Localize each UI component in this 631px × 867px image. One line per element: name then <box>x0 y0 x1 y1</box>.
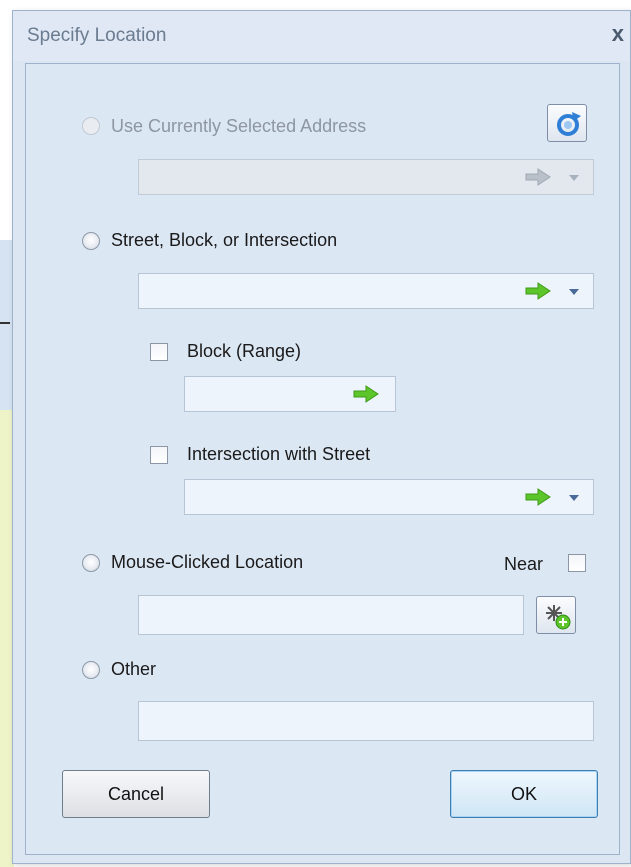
go-arrow-icon[interactable] <box>525 168 551 186</box>
other-field[interactable] <box>138 701 594 741</box>
pick-location-icon <box>546 605 571 630</box>
go-arrow-icon[interactable] <box>525 282 551 300</box>
block-range-field[interactable] <box>184 376 396 412</box>
street-label: Street, Block, or Intersection <box>111 230 338 250</box>
current-address-label: Use Currently Selected Address <box>111 116 367 136</box>
intersection-label: Intersection with Street <box>187 444 371 464</box>
radio-mouse-location[interactable] <box>82 554 100 572</box>
title-bar: Specify Location x <box>13 11 630 61</box>
location-options-panel: Use Currently Selected Address Street, B… <box>25 63 620 855</box>
intersection-checkbox[interactable] <box>150 446 168 464</box>
refresh-icon <box>557 112 581 136</box>
dropdown-caret-icon[interactable] <box>569 175 579 181</box>
radio-street[interactable] <box>82 232 100 250</box>
radio-other[interactable] <box>82 661 100 679</box>
close-button[interactable]: x <box>612 21 624 47</box>
block-range-checkbox[interactable] <box>150 343 168 361</box>
cancel-button[interactable]: Cancel <box>62 770 210 818</box>
street-field[interactable] <box>138 273 594 309</box>
dialog-title: Specify Location <box>27 25 167 46</box>
radio-current-address[interactable] <box>82 117 100 135</box>
dropdown-caret-icon[interactable] <box>569 289 579 295</box>
specify-location-dialog: Specify Location x Use Currently Selecte… <box>12 10 631 864</box>
mouse-location-label: Mouse-Clicked Location <box>111 552 304 572</box>
current-address-field[interactable] <box>138 159 594 195</box>
dropdown-caret-icon[interactable] <box>569 495 579 501</box>
intersection-field[interactable] <box>184 479 594 515</box>
ok-button[interactable]: OK <box>450 770 598 818</box>
pick-location-button[interactable] <box>536 596 576 634</box>
refresh-address-button[interactable] <box>547 104 587 142</box>
mouse-location-field[interactable] <box>138 595 524 635</box>
near-checkbox[interactable] <box>568 554 586 572</box>
block-range-label: Block (Range) <box>187 341 302 361</box>
other-label: Other <box>111 659 157 679</box>
go-arrow-icon[interactable] <box>353 385 379 403</box>
near-label: Near <box>504 554 544 574</box>
go-arrow-icon[interactable] <box>525 488 551 506</box>
background-divider <box>0 322 10 324</box>
